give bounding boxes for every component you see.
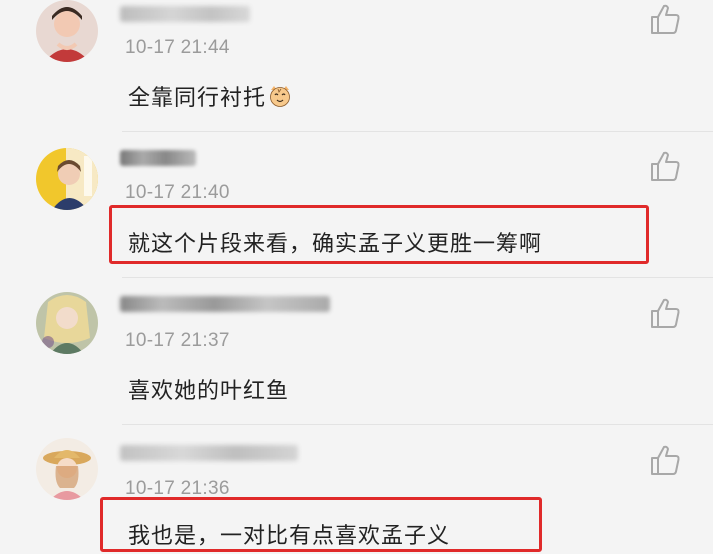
like-button[interactable] <box>648 296 682 330</box>
thumbs-up-icon <box>651 4 680 34</box>
cat-face-icon <box>268 84 292 114</box>
divider <box>122 277 713 278</box>
like-button[interactable] <box>648 443 682 477</box>
like-button[interactable] <box>648 149 682 183</box>
comment-timestamp: 10-17 21:37 <box>125 330 230 351</box>
thumbs-up-icon <box>651 151 680 181</box>
divider <box>122 424 713 425</box>
username[interactable] <box>120 6 250 22</box>
thumbs-up-icon <box>651 445 680 475</box>
highlight-box <box>109 205 649 264</box>
comment-timestamp: 10-17 21:44 <box>125 37 230 58</box>
like-button[interactable] <box>648 2 682 36</box>
divider <box>122 131 713 132</box>
username[interactable] <box>120 445 298 461</box>
comment-text: 全靠同行衬托 <box>128 80 292 114</box>
comment-text: 喜欢她的叶红鱼 <box>128 379 290 404</box>
avatar[interactable] <box>36 148 98 210</box>
highlight-box <box>100 497 542 552</box>
comment-timestamp: 10-17 21:40 <box>125 182 230 203</box>
avatar[interactable] <box>36 292 98 354</box>
thumbs-up-icon <box>651 298 680 328</box>
username[interactable] <box>120 150 196 166</box>
comment-text-body: 全靠同行衬托 <box>128 86 267 111</box>
avatar[interactable] <box>36 438 98 500</box>
username[interactable] <box>120 296 330 312</box>
avatar[interactable] <box>36 0 98 62</box>
